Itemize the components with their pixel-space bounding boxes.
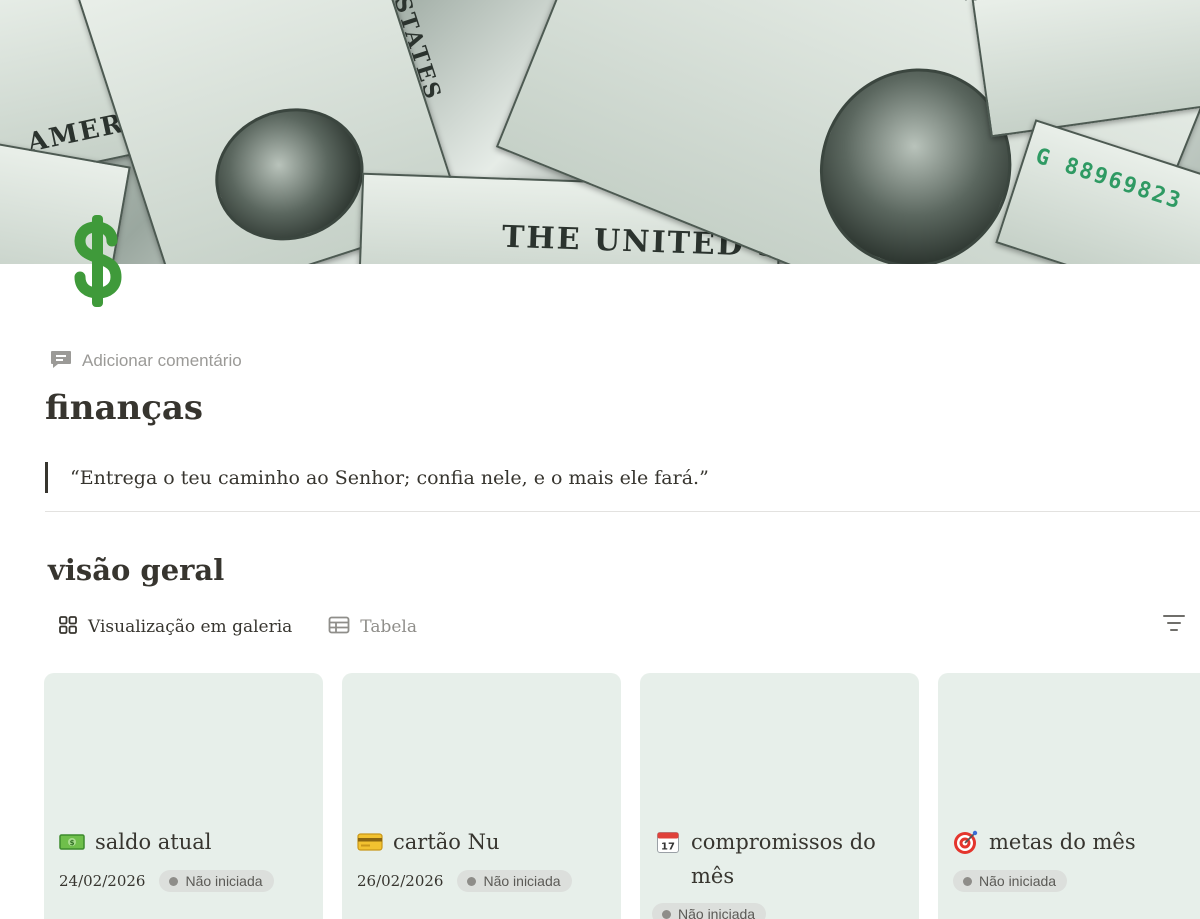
svg-text:17: 17	[661, 842, 675, 853]
gallery-card[interactable]: cartão Nu 26/02/2026 Não iniciada	[342, 673, 621, 919]
status-dot-icon	[963, 876, 972, 886]
tab-label: Visualização em galeria	[88, 617, 293, 637]
status-badge: Não iniciada	[159, 870, 274, 892]
status-dot-icon	[467, 876, 477, 886]
gallery-card[interactable]: metas do mês Não iniciada	[938, 673, 1200, 919]
status-label: Não iniciada	[678, 906, 756, 919]
database-title[interactable]: visão geral	[48, 553, 224, 587]
card-title: 17 compromissos do mês	[655, 825, 905, 893]
gallery: $ saldo atual 24/02/2026 Não iniciada ca…	[44, 673, 1200, 919]
gallery-grid-icon	[58, 615, 78, 640]
status-badge: Não iniciada	[652, 903, 767, 919]
gallery-card[interactable]: 17 compromissos do mês Não iniciada	[640, 673, 919, 919]
status-dot-icon	[662, 909, 671, 919]
status-badge: Não iniciada	[953, 870, 1068, 892]
comment-icon	[50, 348, 72, 374]
card-title: $ saldo atual	[59, 825, 309, 859]
card-title: metas do mês	[953, 825, 1200, 859]
status-label: Não iniciada	[185, 873, 263, 889]
card-date: 24/02/2026	[59, 872, 146, 890]
add-comment-button[interactable]: Adicionar comentário	[50, 348, 242, 374]
tab-label: Tabela	[360, 617, 417, 637]
card-meta: Não iniciada	[953, 870, 1068, 892]
card-title-text: cartão Nu	[393, 830, 500, 854]
status-dot-icon	[169, 876, 179, 886]
divider	[45, 511, 1200, 512]
table-icon	[328, 616, 350, 639]
target-icon	[953, 825, 979, 859]
card-title-text: compromissos do mês	[691, 830, 876, 888]
credit-card-icon	[357, 825, 383, 859]
add-comment-label: Adicionar comentário	[82, 351, 242, 370]
page-cover-image[interactable]: AMERICA UNITED STATES THE UNITED ST G 88…	[0, 0, 1200, 264]
tab-table-view[interactable]: Tabela	[328, 612, 417, 642]
filter-lines-icon[interactable]	[1162, 612, 1186, 634]
quote-text: “Entrega o teu caminho ao Senhor; confia…	[70, 466, 709, 489]
status-badge: Não iniciada	[457, 870, 572, 892]
quote-block[interactable]: “Entrega o teu caminho ao Senhor; confia…	[45, 462, 709, 493]
card-title: cartão Nu	[357, 825, 607, 859]
card-title-text: metas do mês	[989, 830, 1136, 854]
status-label: Não iniciada	[979, 873, 1057, 889]
calendar-icon: 17	[655, 825, 681, 859]
card-meta: Não iniciada	[652, 903, 767, 919]
status-label: Não iniciada	[483, 873, 561, 889]
card-meta: 26/02/2026 Não iniciada	[357, 870, 572, 892]
card-date: 26/02/2026	[357, 872, 444, 890]
dollar-sign-icon[interactable]	[62, 206, 134, 316]
gallery-card[interactable]: $ saldo atual 24/02/2026 Não iniciada	[44, 673, 323, 919]
page-title[interactable]: finanças	[45, 388, 203, 428]
card-title-text: saldo atual	[95, 830, 212, 854]
view-tabs: Visualização em galeria Tabela	[58, 612, 417, 642]
tab-gallery-view[interactable]: Visualização em galeria	[58, 612, 292, 642]
card-meta: 24/02/2026 Não iniciada	[59, 870, 274, 892]
dollar-banknote-icon: $	[59, 825, 85, 859]
svg-text:$: $	[70, 839, 75, 847]
